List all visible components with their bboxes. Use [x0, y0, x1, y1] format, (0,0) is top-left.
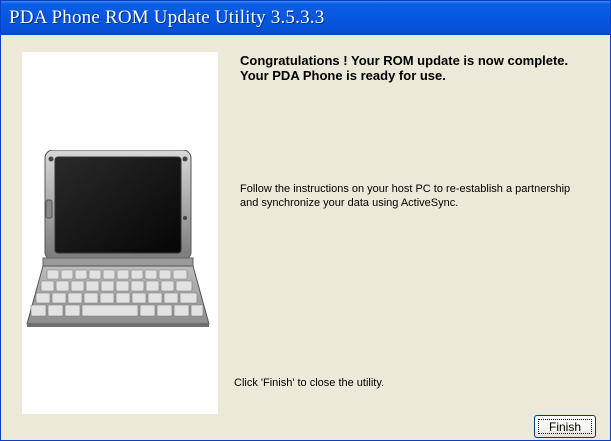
pda-phone-image — [26, 150, 210, 327]
completion-message: Congratulations ! Your ROM update is now… — [240, 53, 569, 83]
title-bar[interactable]: PDA Phone ROM Update Utility 3.5.3.3 — [1, 1, 610, 35]
finish-button[interactable]: Finish — [534, 415, 596, 438]
window-title: PDA Phone ROM Update Utility 3.5.3.3 — [9, 7, 325, 28]
focus-indicator — [538, 419, 592, 434]
rom-update-dialog: PDA Phone ROM Update Utility 3.5.3.3 Con… — [0, 0, 611, 441]
sync-instructions: Follow the instructions on your host PC … — [240, 183, 571, 209]
close-hint: Click 'Finish' to close the utility. — [234, 377, 385, 389]
device-image-panel — [22, 52, 218, 414]
